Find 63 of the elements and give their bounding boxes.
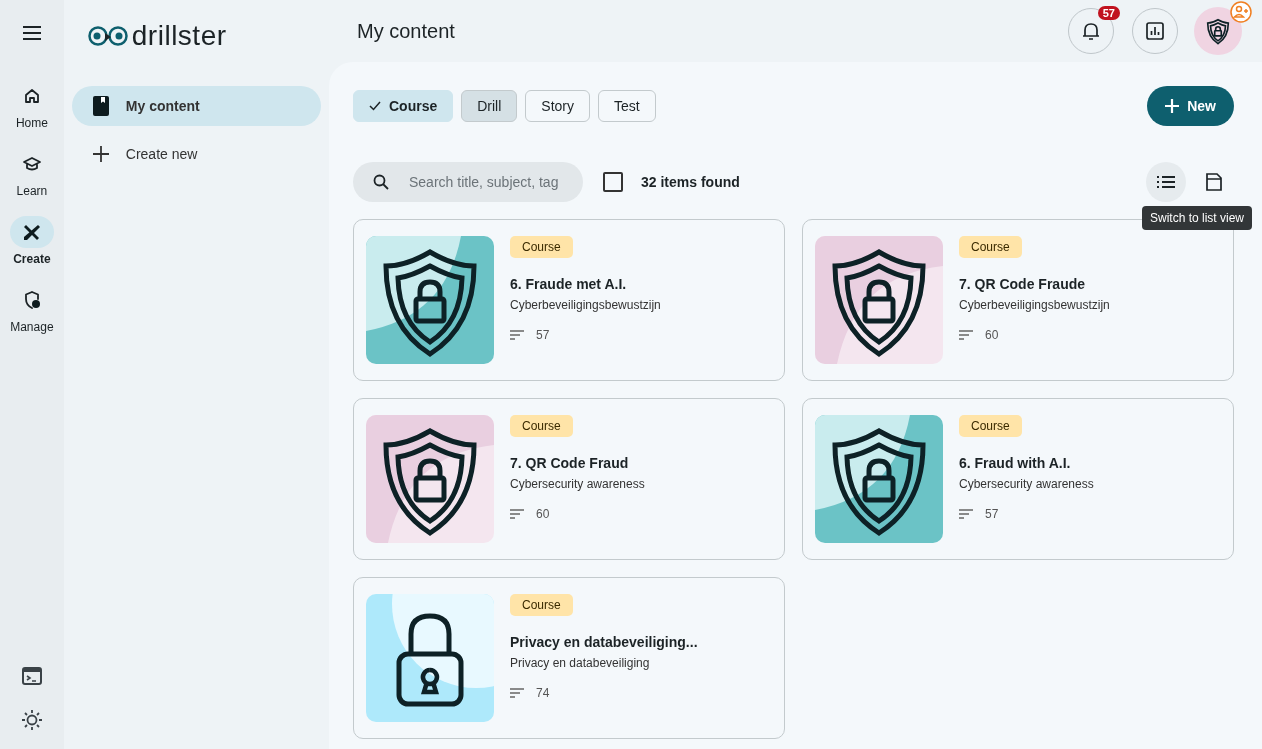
card-subtitle: Cyberbeveiligingsbewustzijn xyxy=(959,298,1110,312)
page-title: My content xyxy=(357,19,456,43)
tooltip: Switch to list view xyxy=(1141,206,1252,230)
nav-item[interactable]: Manage xyxy=(9,284,54,334)
card-subtitle: Cybersecurity awareness xyxy=(959,477,1094,491)
plus-icon xyxy=(91,145,110,163)
search-icon xyxy=(373,174,389,190)
result-count: 32 items found xyxy=(641,174,740,190)
check-icon xyxy=(369,101,381,111)
terminal-icon[interactable] xyxy=(21,667,42,685)
type-badge: Course xyxy=(510,594,573,616)
type-badge: Course xyxy=(510,415,573,437)
menu-button[interactable] xyxy=(22,26,41,40)
menu-icon xyxy=(22,26,41,40)
list-view-button[interactable] xyxy=(1146,162,1186,202)
item-count: 74 xyxy=(536,686,550,700)
card-subtitle: Cybersecurity awareness xyxy=(510,477,645,491)
nav-item[interactable]: Home xyxy=(9,80,54,130)
new-button[interactable]: New xyxy=(1147,86,1234,126)
filter-chip[interactable]: Story xyxy=(525,90,591,122)
card-title: Privacy en databeveiliging... xyxy=(510,634,698,650)
item-count: 57 xyxy=(536,328,550,342)
course-card[interactable]: Course 6. Fraud with A.I. Cybersecurity awareness 57 xyxy=(802,398,1234,560)
sidebar-item[interactable]: Create new xyxy=(71,134,321,174)
card-title: 6. Fraud with A.I. xyxy=(959,455,1071,471)
filter-chip[interactable]: Drill xyxy=(461,90,518,122)
list-icon xyxy=(1157,176,1175,188)
notification-count: 57 xyxy=(1097,6,1120,20)
user-switch-icon xyxy=(1230,1,1252,23)
item-count: 57 xyxy=(985,507,999,521)
nav-item[interactable]: Learn xyxy=(9,148,54,198)
logo-icon xyxy=(87,25,128,47)
card-subtitle: Cyberbeveiligingsbewustzijn xyxy=(510,298,661,312)
select-all-checkbox[interactable] xyxy=(603,172,623,192)
bell-icon xyxy=(1082,21,1100,41)
type-badge: Course xyxy=(959,415,1022,437)
filter-chip[interactable]: Course xyxy=(353,90,454,122)
item-count: 60 xyxy=(985,328,999,342)
sidebar-item[interactable]: My content xyxy=(71,86,321,126)
lines-icon xyxy=(510,688,524,698)
type-badge: Course xyxy=(510,236,573,258)
type-badge: Course xyxy=(959,236,1022,258)
search-field[interactable]: Search title, subject, tag xyxy=(353,162,583,202)
bar-chart-icon xyxy=(1146,22,1164,40)
lines-icon xyxy=(510,509,524,519)
item-count: 60 xyxy=(536,507,550,521)
card-title: 7. QR Code Fraud xyxy=(510,455,629,471)
lines-icon xyxy=(959,330,973,340)
filter-chip[interactable]: Test xyxy=(598,90,656,122)
lines-icon xyxy=(510,330,524,340)
card-subtitle: Privacy en databeveiliging xyxy=(510,656,650,670)
plus-icon xyxy=(1165,99,1180,113)
brand-name: drillster xyxy=(131,20,227,52)
course-card[interactable]: Course 6. Fraude met A.I. Cyberbeveiligingsbewustzijn 57 xyxy=(353,219,785,381)
lines-icon xyxy=(959,509,973,519)
book-icon xyxy=(91,95,110,117)
course-card[interactable]: Course Privacy en databeveiliging... Privacy en databeveiliging 74 xyxy=(353,577,785,739)
page-icon xyxy=(1206,173,1222,191)
card-title: 6. Fraude met A.I. xyxy=(510,276,627,292)
sun-icon[interactable] xyxy=(20,709,43,731)
avatar[interactable] xyxy=(1194,7,1242,55)
card-title: 7. QR Code Fraude xyxy=(959,276,1086,292)
course-card[interactable]: Course 7. QR Code Fraud Cybersecurity awareness 60 xyxy=(353,398,785,560)
